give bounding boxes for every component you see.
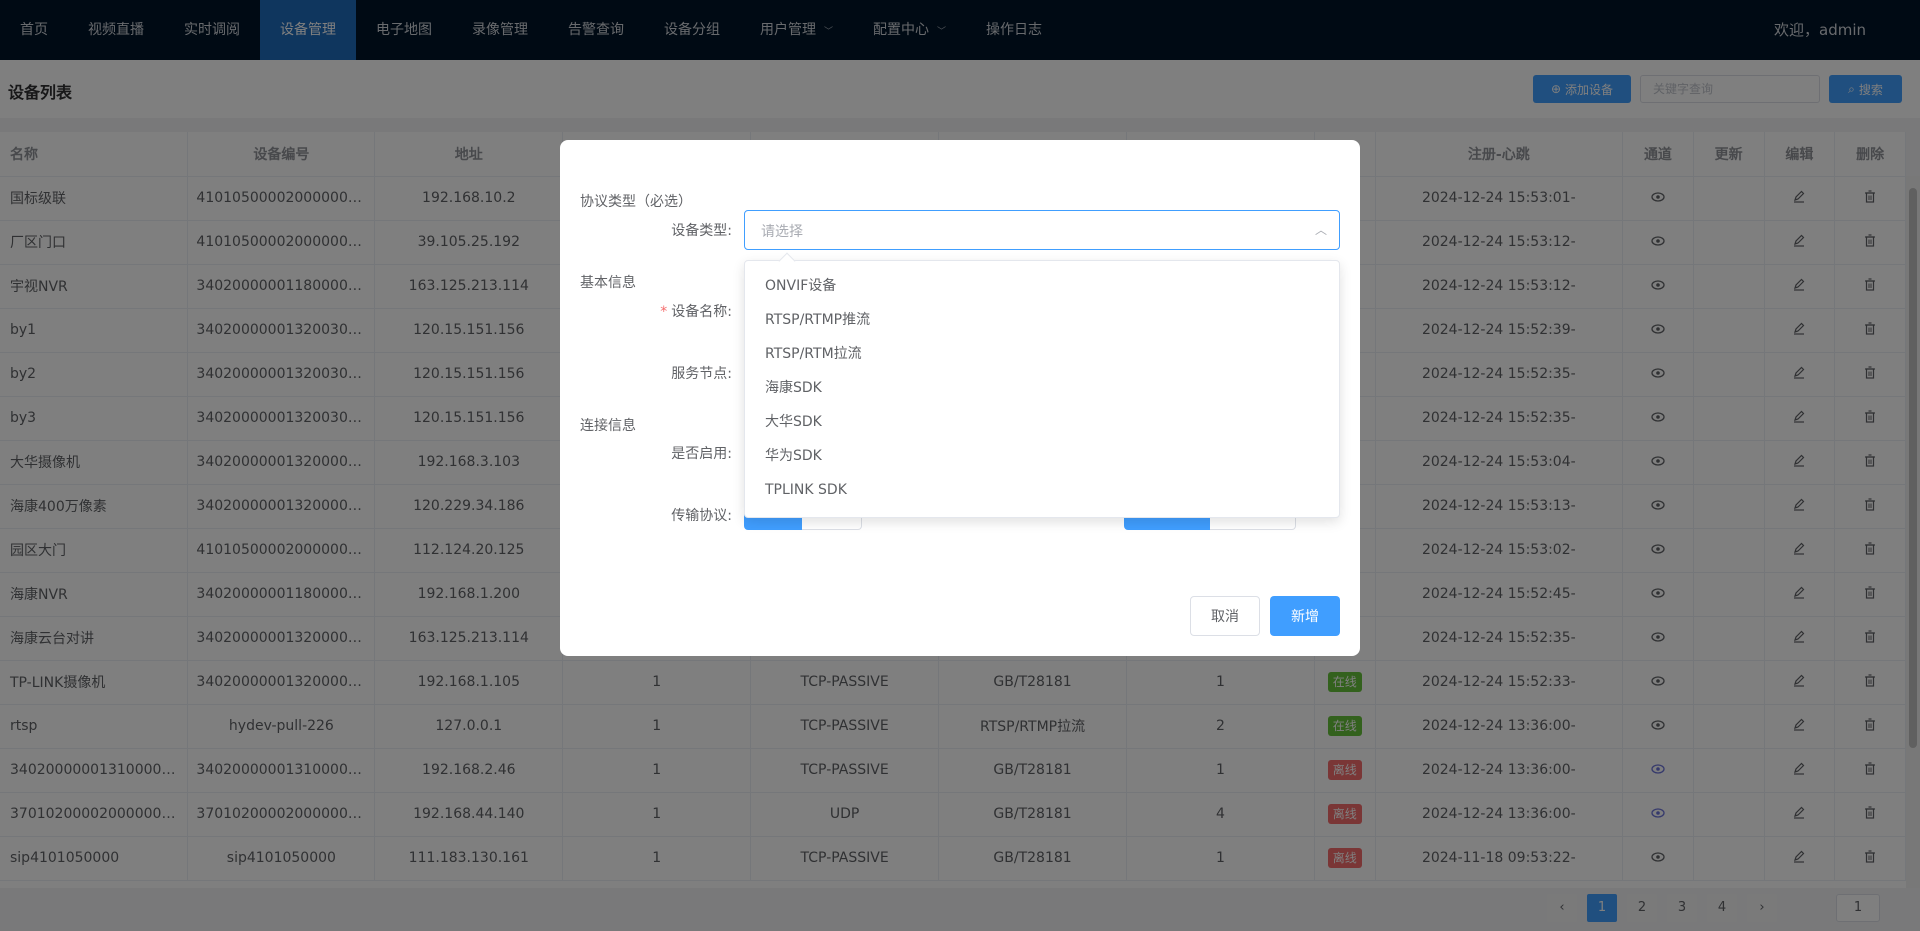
- required-mark: *: [660, 304, 668, 320]
- enable-label: 是否启用:: [671, 446, 732, 462]
- cancel-button[interactable]: 取消: [1190, 596, 1260, 636]
- device-type-select[interactable]: 请选择 ︿: [744, 210, 1340, 250]
- dropdown-option[interactable]: ONVIF设备: [745, 269, 1339, 303]
- dropdown-option[interactable]: RTSP/RTM拉流: [745, 337, 1339, 371]
- device-type-placeholder: 请选择: [761, 224, 803, 240]
- dropdown-option[interactable]: 大华SDK: [745, 405, 1339, 439]
- dropdown-option[interactable]: RTSP/RTMP推流: [745, 303, 1339, 337]
- chevron-up-icon: ︿: [1314, 223, 1327, 237]
- dropdown-option[interactable]: 海康SDK: [745, 371, 1339, 405]
- connection-section-title: 连接信息: [580, 418, 636, 434]
- service-node-label: 服务节点:: [671, 366, 732, 382]
- dropdown-option[interactable]: TPLINK SDK: [745, 473, 1339, 507]
- device-type-dropdown: ONVIF设备 RTSP/RTMP推流 RTSP/RTM拉流 海康SDK 大华SDK 华为…: [744, 252, 1340, 518]
- basic-info-section-title: 基本信息: [580, 275, 636, 291]
- add-confirm-button[interactable]: 新增: [1270, 596, 1340, 636]
- device-name-label: * 设备名称:: [650, 301, 732, 321]
- device-name-label-text: 设备名称:: [671, 304, 732, 320]
- device-type-label: 设备类型:: [671, 223, 732, 239]
- transport-protocol-label: 传输协议:: [671, 508, 732, 524]
- dropdown-option[interactable]: 华为SDK: [745, 439, 1339, 473]
- protocol-section-title: 协议类型（必选）: [580, 194, 692, 210]
